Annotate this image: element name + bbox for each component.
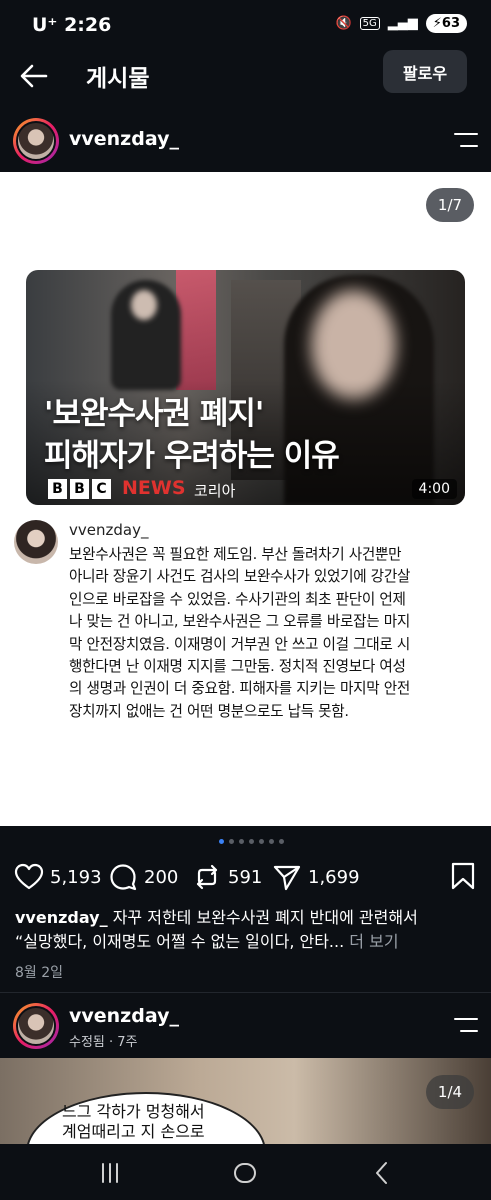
video-thumbnail[interactable]: '보완수사권 폐지' 피해자가 우려하는 이유 BBC NEWS 코리아 4:0…: [26, 270, 465, 505]
author-username[interactable]: vvenzday_: [69, 128, 179, 150]
next-post-menu-icon[interactable]: [452, 1018, 478, 1034]
next-post-avatar[interactable]: [13, 1003, 59, 1049]
caption-line1: 자꾸 저한테 보완수사권 폐지 반대에 관련해서: [112, 908, 418, 927]
inner-comment-line: 장치까지 없애는 건 어떤 명분으로도 납득 못함.: [69, 702, 349, 720]
follow-button[interactable]: 팔로우: [383, 50, 467, 93]
image-counter: 1/7: [426, 188, 474, 222]
caption: vvenzday_ 자꾸 저한테 보완수사권 폐지 반대에 관련해서 “실망했다…: [15, 906, 480, 954]
video-headline-line1: '보완수사권 폐지': [44, 396, 264, 432]
inner-comment-line: 의 생명과 인권이 더 중요함. 피해자를 지키는 마지막 안전: [69, 680, 410, 698]
post-date: 8월 2일: [15, 965, 64, 981]
status-icons: 🔇 5G ▂▄▆ ⚡63: [335, 14, 467, 33]
next-post-username[interactable]: vvenzday_: [69, 1005, 179, 1027]
comment-action[interactable]: 200: [108, 862, 178, 892]
battery-indicator: ⚡63: [425, 14, 467, 33]
back-arrow-icon[interactable]: [18, 60, 50, 92]
bookmark-icon[interactable]: [450, 862, 476, 890]
comment-icon[interactable]: [108, 862, 138, 892]
divider: [0, 992, 491, 993]
inner-comment-line: 나 맞는 건 아니고, 보완수사권은 그 오류를 바로잡는 마지: [69, 613, 410, 631]
next-post-meta: 수정됨 · 7주: [69, 1035, 138, 1050]
network-label: 5G: [359, 17, 380, 30]
like-action[interactable]: 5,193: [14, 862, 102, 892]
next-post-image-counter: 1/4: [426, 1075, 474, 1109]
inner-comment-text: 보완수사권은 꼭 필요한 제도임. 부산 돌려차기 사건뿐만 아니라 장윤기 사…: [69, 544, 474, 723]
video-headline-line2: 피해자가 우려하는 이유: [44, 438, 340, 474]
inner-comment-line: 아니라 장윤기 사건도 검사의 보완수사가 있었기에 강간살: [69, 568, 411, 586]
menu-icon[interactable]: [452, 133, 478, 149]
inner-comment-avatar: [14, 520, 58, 564]
repost-count: 591: [228, 866, 263, 888]
inner-comment-username: vvenzday_: [69, 521, 149, 539]
bbc-region-label: 코리아: [194, 482, 236, 500]
back-nav-icon[interactable]: [367, 1158, 397, 1188]
more-link[interactable]: 더 보기: [349, 932, 398, 951]
share-action[interactable]: 1,699: [272, 862, 360, 892]
caption-line2: “실망했다, 이재명도 어쩔 수 없는 일이다, 안타...: [15, 932, 345, 951]
repost-icon[interactable]: [192, 862, 222, 892]
send-icon[interactable]: [272, 862, 302, 892]
page-title: 게시물: [86, 66, 150, 92]
caption-username[interactable]: vvenzday_: [15, 908, 108, 927]
bbc-news-label: NEWS: [122, 477, 186, 499]
inner-comment-line: 막 안전장치였음. 이재명이 거부권 안 쓰고 이걸 그대로 시: [69, 635, 410, 653]
heart-icon[interactable]: [14, 862, 44, 892]
home-icon[interactable]: [230, 1158, 260, 1188]
author-avatar[interactable]: [13, 118, 59, 164]
signal-icon: ▂▄▆: [387, 16, 418, 31]
like-count: 5,193: [50, 866, 102, 888]
bbc-logo: BBC: [48, 479, 111, 499]
carousel-dots: [219, 839, 284, 844]
inner-comment-line: 보완수사권은 꼭 필요한 제도임. 부산 돌려차기 사건뿐만: [69, 546, 402, 563]
comment-count: 200: [144, 866, 179, 888]
repost-action[interactable]: 591: [192, 862, 262, 892]
inner-comment-line: 행한다면 난 이재명 지지를 그만둠. 정치적 진영보다 여성: [69, 658, 406, 676]
share-count: 1,699: [308, 866, 360, 888]
recent-apps-icon[interactable]: [95, 1158, 125, 1188]
speech-bubble-line2: 계엄때리고 지 손으로: [62, 1122, 205, 1141]
inner-comment-line: 인으로 바로잡을 수 있었음. 수사기관의 최초 판단이 언제: [69, 590, 406, 608]
mute-icon: 🔇: [335, 16, 352, 31]
video-duration: 4:00: [411, 479, 457, 499]
carrier-time: U⁺ 2:26: [32, 14, 112, 36]
status-bar: U⁺ 2:26 🔇 5G ▂▄▆ ⚡63: [0, 0, 491, 52]
